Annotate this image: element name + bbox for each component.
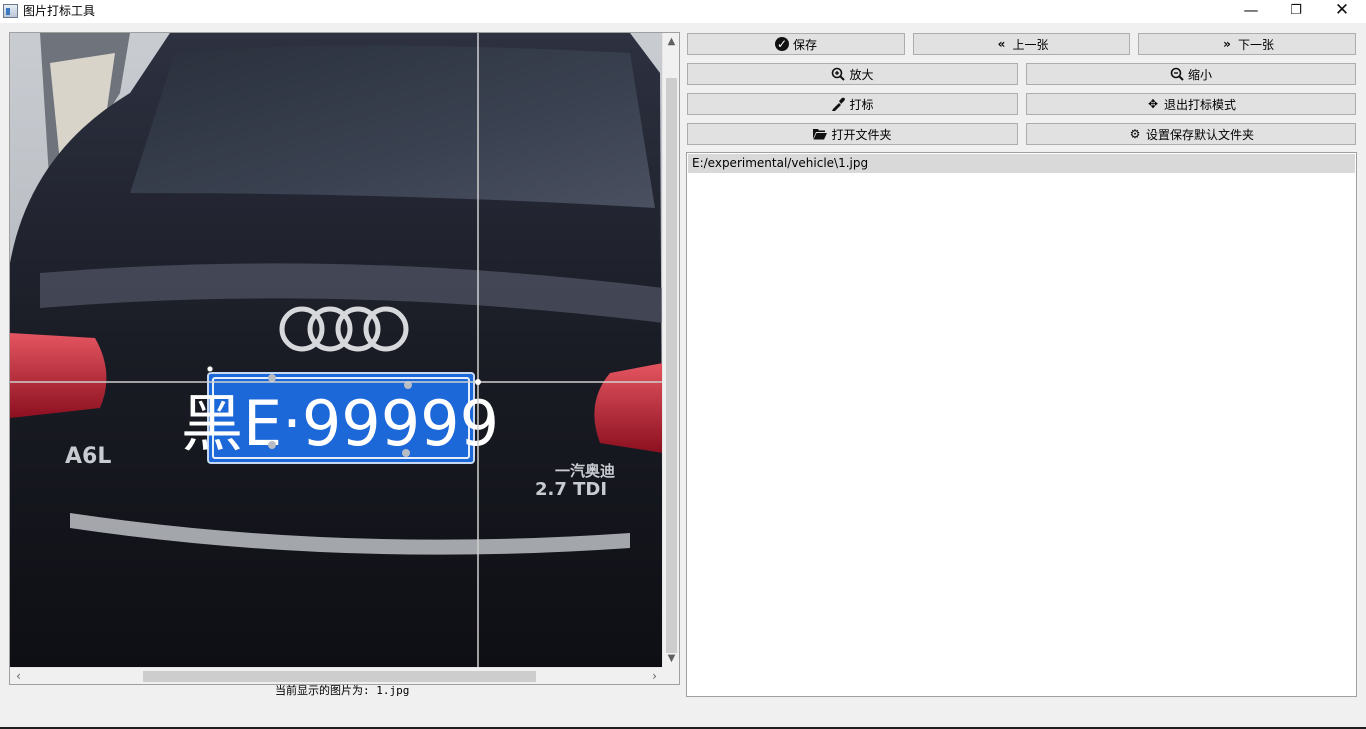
zoom-in-label: 放大 — [849, 67, 874, 82]
window-title: 图片打标工具 — [23, 4, 96, 18]
vehicle-photo[interactable]: 黑E·99999 A6L 一汽奥迪 2.7 TDI — [10, 33, 663, 667]
next-button-label: 下一张 — [1237, 37, 1274, 52]
zoom-in-icon — [831, 67, 846, 81]
image-viewer[interactable]: 黑E·99999 A6L 一汽奥迪 2.7 TDI ▲ ▼ ‹ › — [9, 32, 680, 685]
vertical-scroll-thumb[interactable] — [666, 78, 677, 653]
move-arrows-icon: ✥ — [1147, 97, 1159, 111]
exit-mark-mode-label: 退出打标模式 — [1163, 97, 1236, 112]
plate-text: 黑E·99999 — [181, 387, 499, 460]
mark-button[interactable]: 打标 — [687, 93, 1018, 115]
eyedropper-icon — [831, 97, 846, 111]
open-folder-label: 打开文件夹 — [831, 127, 892, 142]
double-chevron-left-icon: « — [997, 37, 1006, 51]
zoom-out-button[interactable]: 缩小 — [1026, 63, 1356, 85]
title-bar: 图片打标工具 — ❐ ✕ — [0, 0, 1366, 23]
mark-button-label: 打标 — [849, 97, 874, 112]
restore-icon[interactable]: ❐ — [1273, 0, 1319, 23]
file-list[interactable]: E:/experimental/vehicle\1.jpg — [686, 152, 1357, 697]
horizontal-scrollbar[interactable]: ‹ › — [10, 667, 663, 684]
exit-mark-mode-button[interactable]: ✥ 退出打标模式 — [1026, 93, 1356, 115]
list-item[interactable]: E:/experimental/vehicle\1.jpg — [688, 154, 1355, 173]
horizontal-scroll-thumb[interactable] — [143, 671, 536, 682]
check-circle-icon: ✓ — [774, 37, 789, 51]
scroll-right-icon[interactable]: › — [646, 668, 663, 684]
zoom-out-label: 缩小 — [1187, 67, 1212, 82]
previous-image-button[interactable]: « 上一张 — [913, 33, 1130, 55]
minimize-icon[interactable]: — — [1228, 0, 1274, 23]
scroll-left-icon[interactable]: ‹ — [10, 668, 27, 684]
gear-icon: ⚙ — [1129, 127, 1141, 141]
car-badge: A6L — [65, 444, 111, 469]
scroll-corner — [662, 667, 679, 684]
vertical-scrollbar[interactable]: ▲ ▼ — [662, 33, 679, 667]
close-icon[interactable]: ✕ — [1319, 0, 1365, 23]
previous-button-label: 上一张 — [1012, 37, 1049, 52]
app-icon — [3, 4, 18, 18]
status-label: 当前显示的图片为: 1.jpg — [275, 684, 410, 697]
car-model-text: 一汽奥迪 — [555, 462, 615, 480]
next-image-button[interactable]: » 下一张 — [1138, 33, 1356, 55]
zoom-in-button[interactable]: 放大 — [687, 63, 1018, 85]
save-button[interactable]: ✓ 保存 — [687, 33, 905, 55]
set-default-folder-button[interactable]: ⚙ 设置保存默认文件夹 — [1026, 123, 1356, 145]
car-engine-text: 2.7 TDI — [535, 479, 607, 500]
save-button-label: 保存 — [792, 37, 817, 52]
folder-open-icon — [813, 127, 828, 141]
scroll-down-icon[interactable]: ▼ — [663, 650, 679, 667]
zoom-out-icon — [1170, 67, 1184, 81]
open-folder-button[interactable]: 打开文件夹 — [687, 123, 1018, 145]
double-chevron-right-icon: » — [1223, 37, 1231, 51]
vehicle-image: 黑E·99999 A6L 一汽奥迪 2.7 TDI — [10, 33, 663, 667]
set-default-folder-label: 设置保存默认文件夹 — [1145, 127, 1254, 142]
scroll-up-icon[interactable]: ▲ — [663, 33, 679, 50]
